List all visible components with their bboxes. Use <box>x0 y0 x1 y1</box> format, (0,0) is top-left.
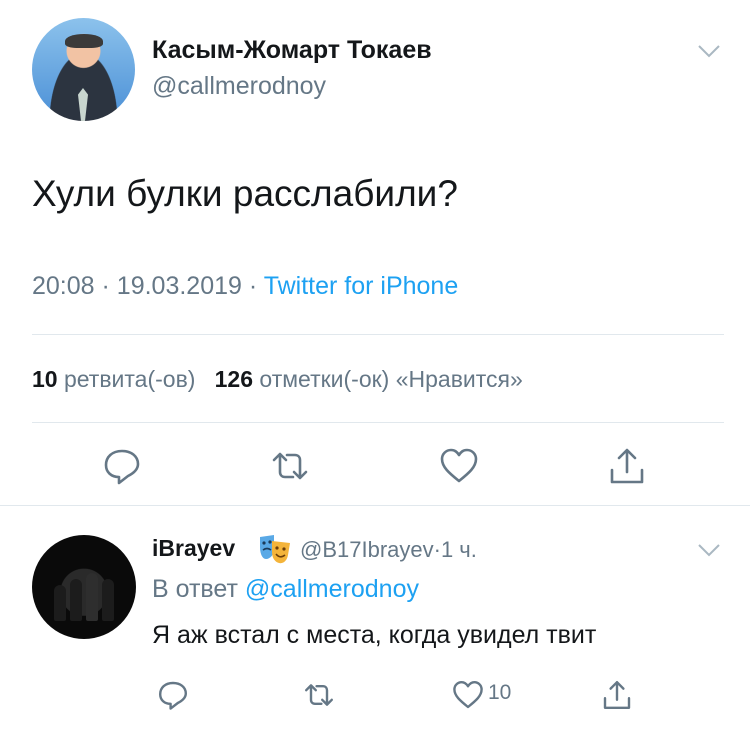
share-icon[interactable] <box>601 679 633 711</box>
meta-separator: · <box>101 272 110 300</box>
avatar-tie <box>78 88 88 121</box>
retweet-label: ретвита(-ов) <box>63 366 196 392</box>
avatar-figure <box>70 579 82 621</box>
avatar-figure <box>102 579 114 621</box>
reply-age: 1 ч. <box>440 537 477 562</box>
reply-icon[interactable] <box>102 446 142 486</box>
theater-masks-emoji-icon <box>260 535 290 564</box>
retweet-icon[interactable] <box>303 679 335 711</box>
reply-author-handle[interactable]: @B17Ibrayev <box>300 537 434 562</box>
reply-meta: @B17Ibrayev·1 ч. <box>300 537 477 563</box>
reply-text: Я аж встал с места, когда увидел твит <box>152 621 597 649</box>
tweet-meta: 20:08 · 19.03.2019 · Twitter for iPhone <box>32 272 458 301</box>
tweet-stats: 10 ретвита(-ов) 126 отметки(-ок) «Нравит… <box>32 366 523 393</box>
tweet-date: 19.03.2019 <box>116 272 242 300</box>
author-handle[interactable]: @callmerodnoy <box>152 72 326 101</box>
divider <box>32 422 724 423</box>
reply-icon[interactable] <box>157 679 189 711</box>
reply-mention-link[interactable]: @callmerodnoy <box>245 575 419 603</box>
divider <box>32 334 724 335</box>
like-icon[interactable] <box>452 679 484 711</box>
avatar-hair <box>65 34 103 48</box>
avatar-figure <box>86 573 98 621</box>
avatar-figure <box>54 585 66 621</box>
replying-to: В ответ @callmerodnoy <box>152 575 419 604</box>
meta-separator: · <box>248 272 258 300</box>
reply-author-name[interactable]: iBrayev <box>152 535 235 562</box>
meta-separator: · <box>433 537 441 562</box>
like-icon[interactable] <box>439 446 479 486</box>
share-icon[interactable] <box>607 446 647 486</box>
author-name[interactable]: Касым-Жомарт Токаев <box>152 36 432 65</box>
main-tweet: Касым-Жомарт Токаев @callmerodnoy Хули б… <box>0 0 750 506</box>
author-avatar[interactable] <box>32 18 135 121</box>
divider <box>0 505 750 506</box>
tweet-time: 20:08 <box>32 272 95 300</box>
reply-prefix: В ответ <box>152 575 238 603</box>
tweet-text: Хули булки расслабили? <box>32 173 458 214</box>
retweet-icon[interactable] <box>270 446 310 486</box>
like-count: 126 <box>214 366 254 392</box>
reply-avatar[interactable] <box>32 535 136 639</box>
retweet-count: 10 <box>32 366 58 392</box>
chevron-down-icon[interactable] <box>698 44 720 58</box>
likes-stat[interactable]: 126 отметки(-ок) «Нравится» <box>215 366 523 392</box>
retweets-stat[interactable]: 10 ретвита(-ов) <box>32 366 195 392</box>
reply-like-count: 10 <box>488 681 512 704</box>
tweet-source-link[interactable]: Twitter for iPhone <box>264 272 459 300</box>
chevron-down-icon[interactable] <box>698 543 720 557</box>
like-label: отметки(-ок) «Нравится» <box>259 366 523 392</box>
reply-tweet[interactable]: iBrayev @B17Ibrayev·1 ч. В ответ @callme… <box>0 507 750 747</box>
